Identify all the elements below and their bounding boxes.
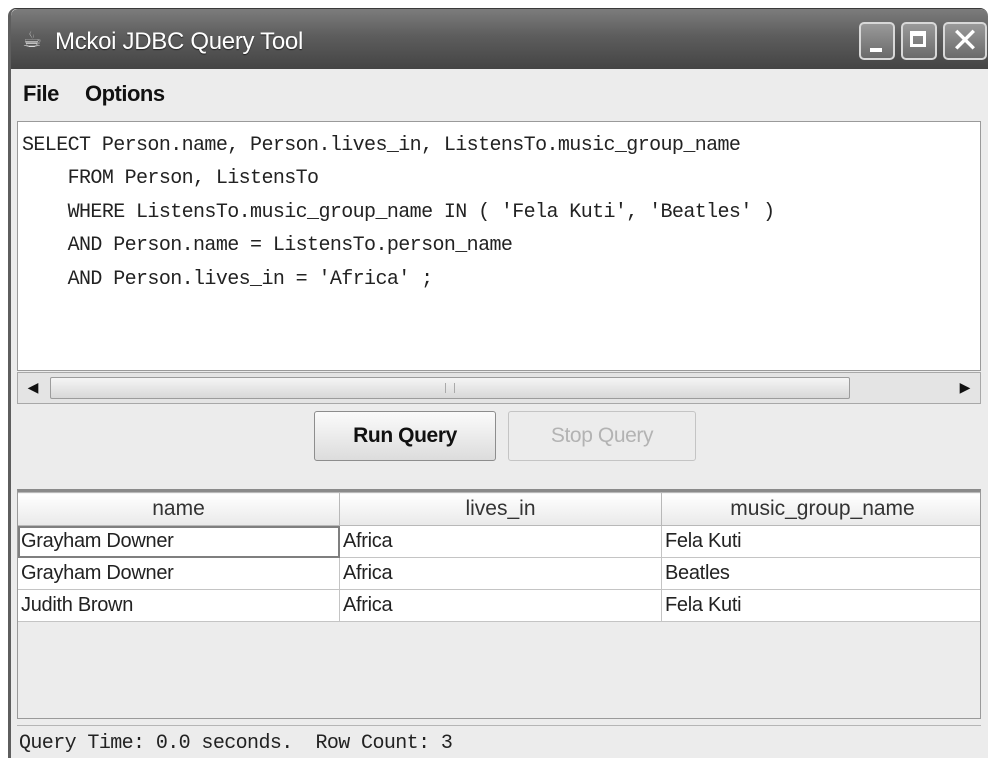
cell-lives-in[interactable]: Africa [339,589,662,622]
scroll-right-icon[interactable]: ▶ [952,377,978,399]
sql-line: WHERE ListensTo.music_group_name IN ( 'F… [22,201,776,224]
table-header-row: name lives_in music_group_name [18,492,980,526]
cell-music-group-name[interactable]: Fela Kuti [661,525,980,558]
status-bar: Query Time: 0.0 seconds. Row Count: 3 [17,725,981,758]
sql-line: AND Person.lives_in = 'Africa' ; [22,268,433,291]
menu-options[interactable]: Options [85,81,165,107]
results-table: name lives_in music_group_name Grayham D… [18,492,980,622]
results-table-panel: name lives_in music_group_name Grayham D… [17,489,981,719]
maximize-icon [910,31,926,47]
menu-file[interactable]: File [23,81,59,107]
title-bar[interactable]: ☕ Mckoi JDBC Query Tool ✕ [11,9,988,69]
scroll-left-icon[interactable]: ◀ [20,377,46,399]
maximize-button[interactable] [901,22,937,60]
menu-bar: File Options [11,75,988,109]
stop-query-button[interactable]: Stop Query [508,411,696,461]
table-row[interactable]: Judith Brown Africa Fela Kuti [18,589,980,622]
window-title: Mckoi JDBC Query Tool [55,28,303,55]
cell-name[interactable]: Grayham Downer [18,525,340,558]
minimize-icon [870,48,882,52]
editor-horizontal-scrollbar[interactable]: ◀ ▶ [17,372,981,404]
grip-icon [445,383,455,393]
table-row[interactable]: Grayham Downer Africa Beatles [18,557,980,590]
close-button[interactable]: ✕ [943,22,987,60]
cell-name[interactable]: Judith Brown [18,589,340,622]
sql-line: SELECT Person.name, Person.lives_in, Lis… [22,134,741,157]
cell-music-group-name[interactable]: Fela Kuti [661,589,980,622]
column-header-lives-in[interactable]: lives_in [339,492,662,526]
status-text: Query Time: 0.0 seconds. Row Count: 3 [19,732,453,755]
cell-lives-in[interactable]: Africa [339,557,662,590]
scrollbar-thumb[interactable] [50,377,850,399]
sql-line: AND Person.name = ListensTo.person_name [22,234,513,257]
table-row[interactable]: Grayham Downer Africa Fela Kuti [18,525,980,558]
cell-lives-in[interactable]: Africa [339,525,662,558]
column-header-music-group-name[interactable]: music_group_name [661,492,980,526]
sql-line: FROM Person, ListensTo [22,167,319,190]
cell-name[interactable]: Grayham Downer [18,557,340,590]
query-tool-window: ☕ Mckoi JDBC Query Tool ✕ File Options S… [8,8,988,758]
java-cup-icon: ☕ [22,28,42,53]
run-query-button[interactable]: Run Query [314,411,496,461]
minimize-button[interactable] [859,22,895,60]
cell-music-group-name[interactable]: Beatles [661,557,980,590]
column-header-name[interactable]: name [18,492,340,526]
close-icon: ✕ [950,21,980,61]
sql-editor[interactable]: SELECT Person.name, Person.lives_in, Lis… [17,121,981,371]
